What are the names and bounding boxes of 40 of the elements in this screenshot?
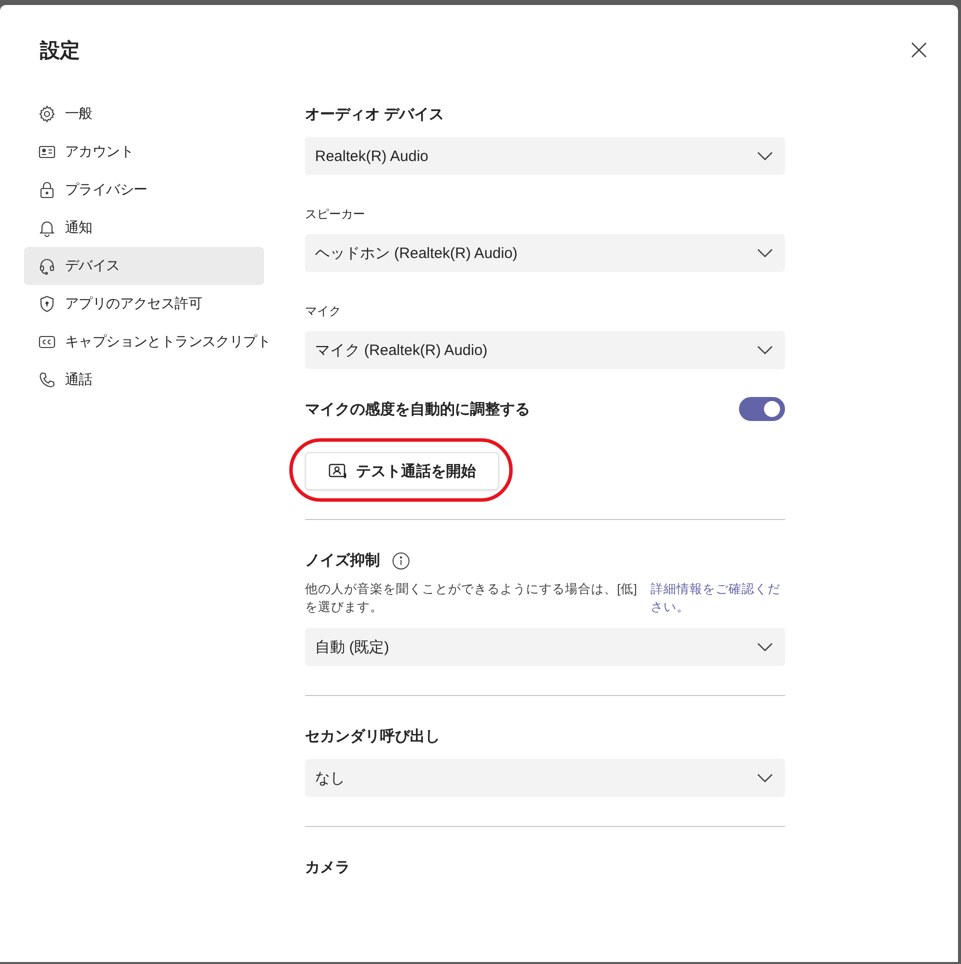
learn-more-link[interactable]: 詳細情報をご確認ください。 (650, 580, 785, 616)
description-text: 他の人が音楽を聞くことができるようにする場合は、[低] を選びます。 (305, 581, 638, 616)
video-call-icon (328, 462, 348, 480)
nav-item[interactable]: アプリのアクセス許可 (24, 285, 264, 323)
gear-icon (38, 105, 56, 123)
chevron-down-icon (757, 773, 773, 783)
nav-item[interactable]: 通話 (24, 361, 264, 399)
phone-icon (38, 371, 56, 389)
chevron-down-icon (757, 642, 773, 652)
shield-icon (38, 295, 56, 313)
field-label: スピーカー (305, 206, 366, 222)
section-heading: セカンダリ呼び出し (305, 727, 440, 747)
toggle-switch[interactable] (739, 397, 785, 421)
lock-icon (38, 181, 56, 199)
nav-item[interactable]: デバイス (24, 247, 264, 285)
id-card-icon (38, 143, 56, 161)
dropdown[interactable]: ヘッドホン (Realtek(R) Audio) (305, 234, 785, 272)
section-heading: カメラ (305, 858, 350, 878)
dropdown[interactable]: マイク (Realtek(R) Audio) (305, 331, 785, 369)
chevron-down-icon (757, 248, 773, 258)
toggle-label: マイクの感度を自動的に調整する (305, 400, 530, 418)
nav-item[interactable]: 通知 (24, 209, 264, 247)
nav-item[interactable]: アカウント (24, 133, 264, 171)
section-heading: ノイズ抑制 (305, 551, 380, 571)
section-heading: オーディオ デバイス (305, 105, 444, 125)
closed-caption-icon (38, 333, 56, 351)
chevron-down-icon (757, 151, 773, 161)
test-call-button[interactable]: テスト通話を開始 (305, 452, 499, 490)
close-icon (911, 42, 927, 58)
nav-item[interactable]: プライバシー (24, 171, 264, 209)
chevron-down-icon (757, 345, 773, 355)
dialog-title: 設定 (40, 38, 80, 64)
dropdown[interactable]: なし (305, 759, 785, 797)
info-icon[interactable] (392, 552, 410, 570)
field-label: マイク (305, 303, 342, 319)
dropdown[interactable]: Realtek(R) Audio (305, 137, 785, 175)
bell-icon (38, 219, 56, 237)
headset-icon (38, 257, 56, 275)
nav-item[interactable]: 一般 (24, 95, 264, 133)
dropdown[interactable]: 自動 (既定) (305, 628, 785, 666)
